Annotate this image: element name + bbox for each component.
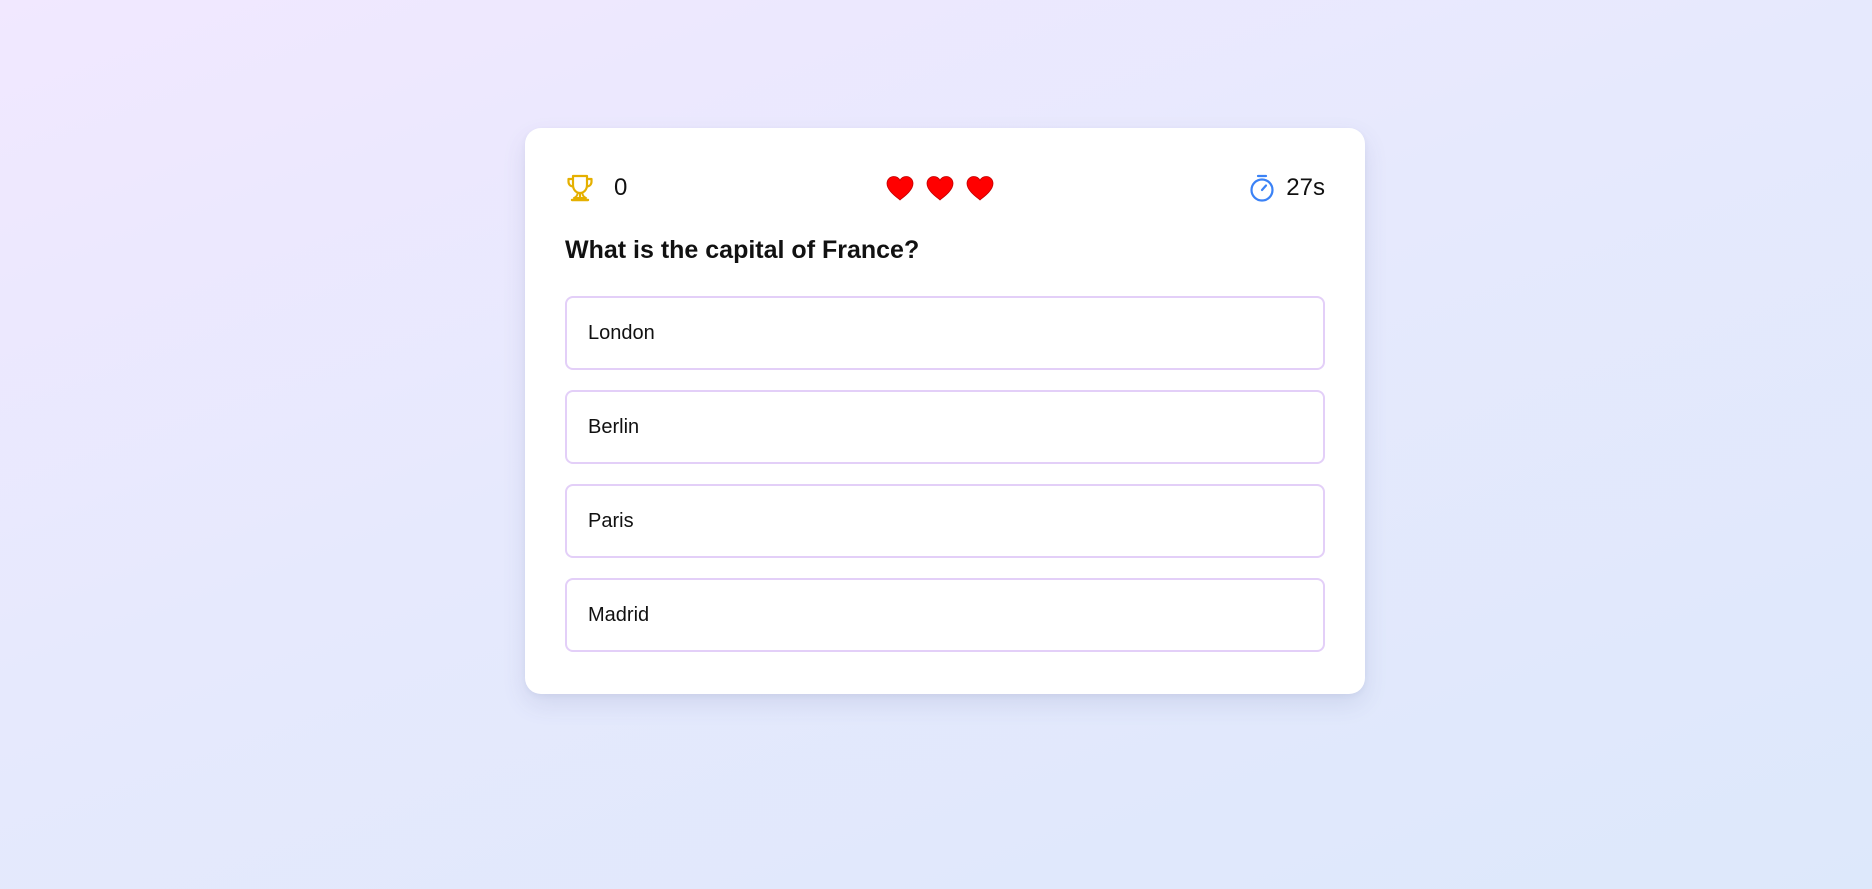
score-display: 0 [565, 168, 627, 208]
quiz-card: 0 27s What is the capital of France? Lon… [525, 128, 1365, 694]
answer-option-berlin[interactable]: Berlin [565, 390, 1325, 464]
stopwatch-icon [1248, 173, 1276, 203]
answer-option-paris[interactable]: Paris [565, 484, 1325, 558]
stats-bar: 0 27s [565, 168, 1325, 208]
heart-icon [885, 173, 915, 203]
trophy-icon [565, 173, 595, 203]
question-text: What is the capital of France? [565, 236, 920, 264]
answer-option-london[interactable]: London [565, 296, 1325, 370]
answer-option-madrid[interactable]: Madrid [565, 578, 1325, 652]
score-value: 0 [614, 174, 628, 201]
heart-icon [925, 173, 955, 203]
timer-value: 27s [1286, 174, 1325, 201]
timer-display: 27s [1248, 168, 1325, 208]
answer-options: London Berlin Paris Madrid [565, 296, 1325, 652]
lives-display [885, 168, 995, 208]
heart-icon [965, 173, 995, 203]
